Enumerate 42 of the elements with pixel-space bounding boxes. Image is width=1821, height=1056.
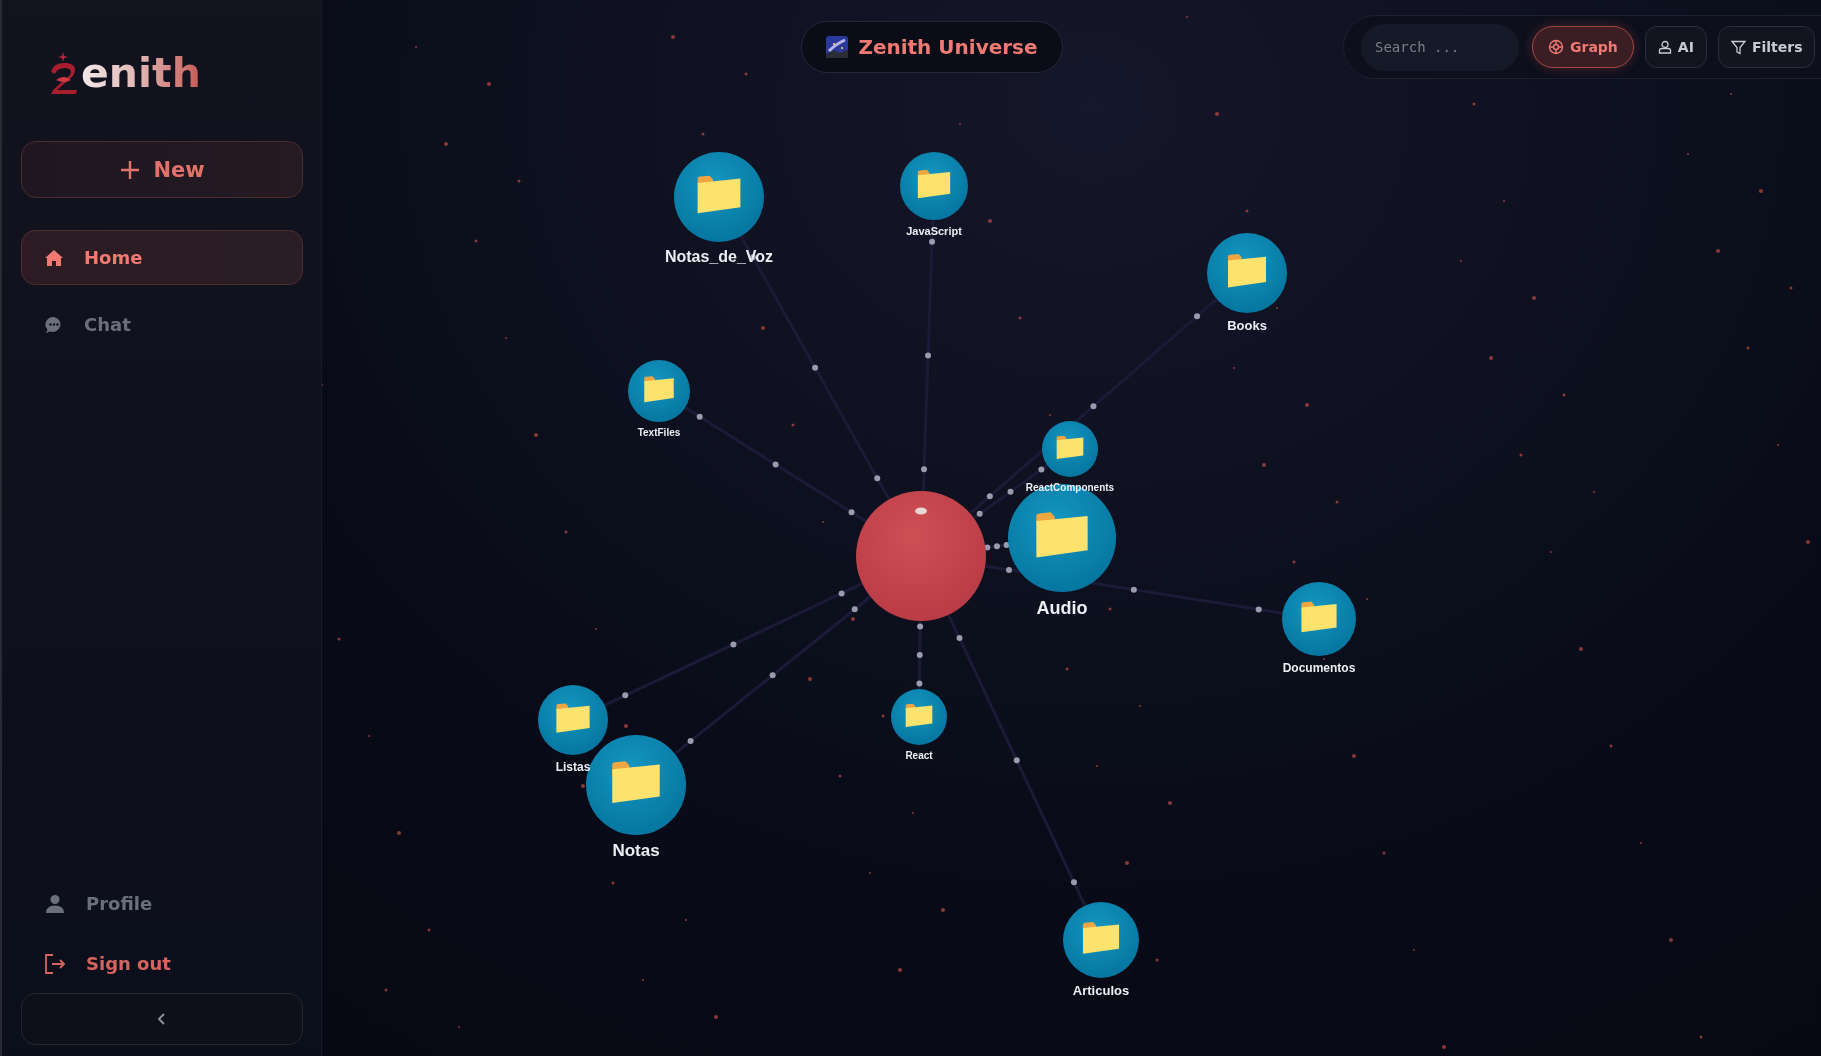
node-label: Books [1227, 318, 1267, 333]
node-label: Documentos [1282, 661, 1356, 675]
folder-node[interactable] [538, 685, 608, 755]
toolbar-button[interactable]: AI [1644, 26, 1707, 68]
node-label: Audio [1036, 598, 1088, 618]
folder-node[interactable] [900, 152, 968, 220]
folder-node[interactable] [891, 689, 947, 745]
app-title: Zenith Universe [858, 35, 1038, 59]
graph-edge [916, 620, 924, 689]
plus-icon [119, 158, 142, 181]
search-field[interactable]: Search ... [1361, 23, 1519, 71]
node-label: Notas_de_Voz [664, 248, 774, 265]
folder-node[interactable] [1008, 484, 1116, 592]
folder-node[interactable] [1042, 421, 1098, 477]
node-label: Articulos [1072, 983, 1130, 998]
folder-node[interactable] [628, 360, 690, 422]
nav-item[interactable]: Profile [21, 876, 303, 931]
user-icon [1657, 40, 1672, 54]
graph-edge [984, 542, 1010, 551]
folder-node[interactable] [1207, 233, 1287, 313]
galaxy-icon [826, 36, 849, 58]
new-button[interactable]: New [21, 141, 303, 198]
node-label: React [905, 750, 933, 761]
nav-item[interactable]: Home [21, 230, 303, 285]
folder-node[interactable] [674, 152, 764, 242]
folder-node[interactable] [1282, 582, 1356, 656]
nav-item[interactable]: Sign out [21, 936, 303, 991]
graph-icon [1548, 39, 1564, 55]
node-label: Listas [555, 760, 591, 774]
node-label: TextFiles [637, 427, 681, 438]
node-label: Notas [612, 841, 660, 860]
toolbar-button[interactable]: Graph [1532, 26, 1634, 68]
chevron-left-icon [156, 1011, 168, 1027]
filter-icon [1730, 39, 1746, 55]
root-node[interactable] [856, 491, 986, 621]
user-icon [44, 892, 66, 915]
home-icon [44, 247, 64, 268]
folder-node[interactable] [1063, 902, 1139, 978]
toolbar-button[interactable]: Filters [1717, 26, 1816, 68]
sign-out-icon [44, 952, 66, 975]
nav-item[interactable]: Chat [21, 297, 303, 352]
node-label: JavaScript [906, 225, 962, 237]
